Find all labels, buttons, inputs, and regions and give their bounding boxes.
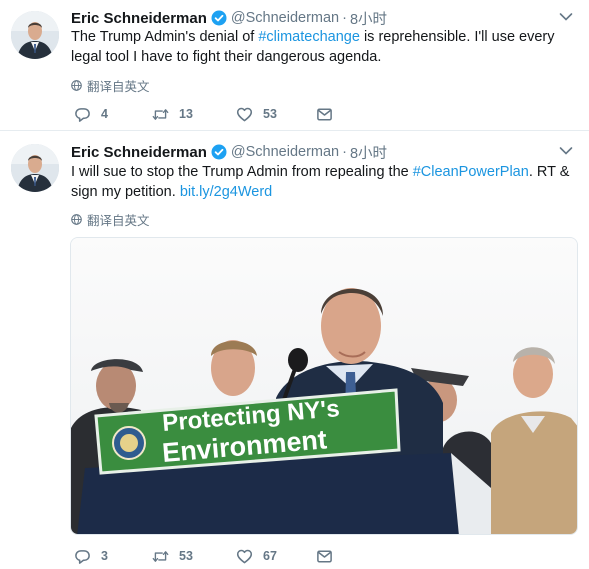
translate-button[interactable]: 翻译自英文 <box>71 210 150 229</box>
tweet-text-part: The Trump Admin's denial of <box>71 29 259 45</box>
tweet-timeline: Eric Schneiderman @Schneiderman · 8小时 Th… <box>0 0 589 569</box>
retweet-button[interactable]: 13 <box>152 106 236 123</box>
reply-button[interactable]: 4 <box>74 106 152 123</box>
tweet-text: The Trump Admin's denial of #climatechan… <box>71 27 581 67</box>
direct-message-icon <box>317 108 332 120</box>
like-button[interactable]: 67 <box>236 548 316 565</box>
reply-icon <box>75 549 90 564</box>
reply-button[interactable]: 3 <box>74 548 152 565</box>
like-count: 67 <box>263 549 277 563</box>
avatar[interactable] <box>11 11 59 59</box>
translate-label: 翻译自英文 <box>87 214 150 228</box>
retweet-count: 53 <box>179 549 193 563</box>
retweet-count: 13 <box>179 107 193 121</box>
verified-badge-icon <box>211 144 227 160</box>
tweet-actions: 4 13 53 <box>74 104 333 124</box>
petition-link[interactable]: bit.ly/2g4Werd <box>180 184 272 200</box>
tweet[interactable]: Eric Schneiderman @Schneiderman · 8小时 I … <box>0 132 589 569</box>
like-button[interactable]: 53 <box>236 106 316 123</box>
tweet-actions: 3 53 67 <box>74 546 333 566</box>
translate-label: 翻译自英文 <box>87 80 150 94</box>
verified-badge-icon <box>211 10 227 26</box>
reply-count: 3 <box>101 549 108 563</box>
tweet-text-part: I will sue to stop the Trump Admin from … <box>71 164 413 180</box>
timestamp[interactable]: 8小时 <box>350 142 387 163</box>
separator-dot: · <box>342 144 347 160</box>
avatar-photo <box>11 11 59 59</box>
author-name[interactable]: Eric Schneiderman <box>71 144 207 161</box>
globe-icon <box>71 214 82 225</box>
direct-message-button[interactable] <box>316 548 333 565</box>
chevron-down-icon[interactable] <box>559 146 573 156</box>
heart-icon <box>236 549 253 563</box>
tweet-header: Eric Schneiderman @Schneiderman · 8小时 <box>71 142 387 162</box>
hashtag-link[interactable]: #CleanPowerPlan <box>413 164 529 180</box>
tweet-photo[interactable]: Protecting NY's Environment <box>70 237 578 535</box>
direct-message-button[interactable] <box>316 106 333 123</box>
separator-dot: · <box>342 10 347 26</box>
hashtag-link[interactable]: #climatechange <box>258 29 360 45</box>
like-count: 53 <box>263 107 277 121</box>
tweet-text: I will sue to stop the Trump Admin from … <box>71 162 581 202</box>
press-conference-photo: Protecting NY's Environment <box>71 238 577 534</box>
chevron-down-icon[interactable] <box>559 12 573 22</box>
avatar-photo <box>11 144 59 192</box>
direct-message-icon <box>317 550 332 562</box>
retweet-icon <box>152 108 169 120</box>
reply-icon <box>75 107 90 122</box>
retweet-icon <box>152 550 169 562</box>
translate-button[interactable]: 翻译自英文 <box>71 76 150 95</box>
author-name[interactable]: Eric Schneiderman <box>71 10 207 27</box>
timestamp[interactable]: 8小时 <box>350 8 387 29</box>
heart-icon <box>236 107 253 121</box>
retweet-button[interactable]: 53 <box>152 548 236 565</box>
globe-icon <box>71 80 82 91</box>
author-handle[interactable]: @Schneiderman <box>231 144 339 160</box>
author-handle[interactable]: @Schneiderman <box>231 10 339 26</box>
avatar[interactable] <box>11 144 59 192</box>
tweet[interactable]: Eric Schneiderman @Schneiderman · 8小时 Th… <box>0 0 589 131</box>
tweet-header: Eric Schneiderman @Schneiderman · 8小时 <box>71 8 387 28</box>
reply-count: 4 <box>101 107 108 121</box>
